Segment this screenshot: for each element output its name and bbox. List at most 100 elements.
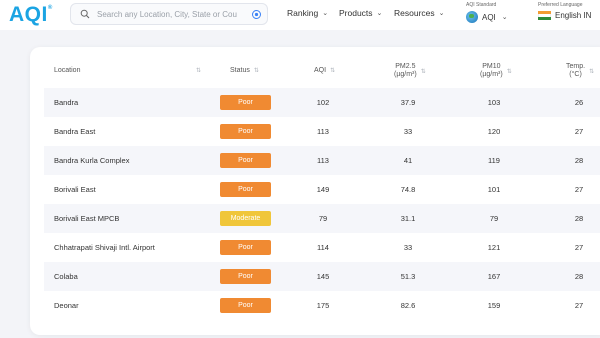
pm25-value: 33 [403, 127, 413, 136]
column-header-pm10-label: PM10 [482, 63, 501, 70]
pm25-value: 51.3 [400, 272, 416, 281]
sort-icon[interactable]: ⇅ [196, 67, 201, 74]
location-name[interactable]: Chhatrapati Shivaji Intl. Airport [54, 233, 155, 262]
nav-resources-label: Resources [394, 8, 435, 18]
aqi-logo[interactable]: AQI® [9, 3, 53, 27]
column-header-status-label: Status [230, 67, 250, 74]
pm10-value: 103 [487, 98, 501, 107]
temp-value: 28 [574, 214, 584, 223]
table-row[interactable]: Bandra Poor 102 37.9 103 26 [44, 88, 600, 117]
aqi-value: 149 [316, 185, 330, 194]
status-cell: Poor [220, 175, 271, 204]
table-row[interactable]: Deonar Poor 175 82.6 159 27 [44, 291, 600, 320]
india-flag-icon [538, 11, 551, 20]
aqi-standard-selector[interactable]: AQI Standard AQI ⌄ [466, 2, 526, 23]
pm25-value: 41 [403, 156, 413, 165]
table-row[interactable]: Borivali East Poor 149 74.8 101 27 [44, 175, 600, 204]
aqi-value: 114 [317, 243, 329, 252]
pm25-value: 37.9 [400, 98, 416, 107]
search-icon [75, 4, 95, 24]
chevron-down-icon: ⌄ [501, 14, 508, 21]
nav-ranking-label: Ranking [287, 8, 319, 18]
aqi-value: 113 [317, 127, 329, 136]
column-header-temp[interactable]: Temp. (°C) ⇅ [566, 63, 594, 79]
table-row[interactable]: Borivali East MPCB Moderate 79 31.1 79 28 [44, 204, 600, 233]
column-header-pm10[interactable]: PM10 (µg/m³) ⇅ [480, 63, 512, 79]
location-name[interactable]: Bandra Kurla Complex [54, 146, 129, 175]
column-header-aqi-label: AQI [314, 67, 327, 74]
search-input[interactable] [97, 9, 245, 19]
temp-value: 27 [574, 243, 584, 252]
column-header-pm10-unit: (µg/m³) [480, 71, 503, 78]
search-box[interactable] [70, 3, 268, 25]
status-cell: Poor [220, 233, 271, 262]
location-target-icon[interactable] [249, 7, 263, 21]
temp-value: 26 [574, 98, 584, 107]
globe-icon [466, 11, 478, 23]
status-cell: Poor [220, 88, 271, 117]
chevron-down-icon: ⌄ [322, 10, 329, 17]
pm10-value: 101 [487, 185, 501, 194]
temp-value: 27 [574, 301, 584, 310]
chevron-down-icon: ⌄ [438, 10, 445, 17]
sort-icon[interactable]: ⇅ [254, 67, 259, 74]
location-name[interactable]: Borivali East MPCB [54, 204, 119, 233]
status-badge: Poor [220, 240, 271, 255]
column-header-temp-unit: (°C) [569, 71, 582, 78]
column-header-location[interactable]: Location [54, 67, 80, 74]
location-name[interactable]: Bandra East [54, 117, 95, 146]
table-row[interactable]: Bandra East Poor 113 33 120 27 [44, 117, 600, 146]
status-badge: Poor [220, 182, 271, 197]
temp-value: 27 [574, 127, 584, 136]
location-name[interactable]: Deonar [54, 291, 79, 320]
sort-icon[interactable]: ⇅ [330, 67, 335, 74]
column-header-aqi[interactable]: AQI ⇅ [314, 67, 335, 74]
column-header-temp-label: Temp. [566, 63, 586, 70]
pm10-value: 167 [487, 272, 501, 281]
status-badge: Poor [220, 124, 271, 139]
table-row[interactable]: Colaba Poor 145 51.3 167 28 [44, 262, 600, 291]
language-label: Preferred Language [538, 2, 583, 8]
column-header-status[interactable]: Status ⇅ [230, 67, 259, 74]
location-name[interactable]: Colaba [54, 262, 78, 291]
sort-icon[interactable]: ⇅ [589, 68, 594, 75]
sort-icon[interactable]: ⇅ [421, 68, 426, 75]
pm25-value: 82.6 [400, 301, 416, 310]
top-navigation-bar: AQI® Ranking ⌄ Products ⌄ Resources ⌄ AQ… [0, 0, 600, 30]
aqi-value: 79 [318, 214, 328, 223]
chevron-down-icon: ⌄ [376, 10, 383, 17]
pm10-value: 120 [487, 127, 501, 136]
language-selector[interactable]: Preferred Language English IN [538, 2, 600, 20]
aqi-value: 102 [316, 98, 330, 107]
table-row[interactable]: Chhatrapati Shivaji Intl. Airport Poor 114… [44, 233, 600, 262]
nav-ranking[interactable]: Ranking ⌄ [287, 8, 328, 18]
aqi-value: 113 [317, 156, 329, 165]
nav-products[interactable]: Products ⌄ [339, 8, 382, 18]
locations-table-card: Location ⇅ Status ⇅ AQI ⇅ PM2.5 (µg/m³) … [30, 47, 600, 335]
aqi-value: 175 [316, 301, 330, 310]
temp-value: 28 [574, 272, 584, 281]
pm25-value: 31.1 [400, 214, 416, 223]
sort-icon[interactable]: ⇅ [507, 68, 512, 75]
nav-resources[interactable]: Resources ⌄ [394, 8, 445, 18]
status-badge: Poor [220, 153, 271, 168]
location-name[interactable]: Bandra [54, 88, 78, 117]
status-badge: Poor [220, 95, 271, 110]
status-cell: Poor [220, 291, 271, 320]
table-row[interactable]: Bandra Kurla Complex Poor 113 41 119 28 [44, 146, 600, 175]
status-cell: Poor [220, 262, 271, 291]
pm10-value: 119 [488, 156, 500, 165]
status-badge: Poor [220, 298, 271, 313]
location-name[interactable]: Borivali East [54, 175, 96, 204]
status-cell: Poor [220, 117, 271, 146]
status-cell: Moderate [220, 204, 271, 233]
status-badge: Poor [220, 269, 271, 284]
temp-value: 28 [574, 156, 584, 165]
aqi-standard-value: AQI [482, 12, 496, 22]
column-header-location-label: Location [54, 67, 81, 74]
temp-value: 27 [574, 185, 584, 194]
pm10-value: 121 [487, 243, 501, 252]
nav-products-label: Products [339, 8, 373, 18]
column-header-pm25-label: PM2.5 [395, 63, 416, 70]
column-header-pm25[interactable]: PM2.5 (µg/m³) ⇅ [394, 63, 426, 79]
